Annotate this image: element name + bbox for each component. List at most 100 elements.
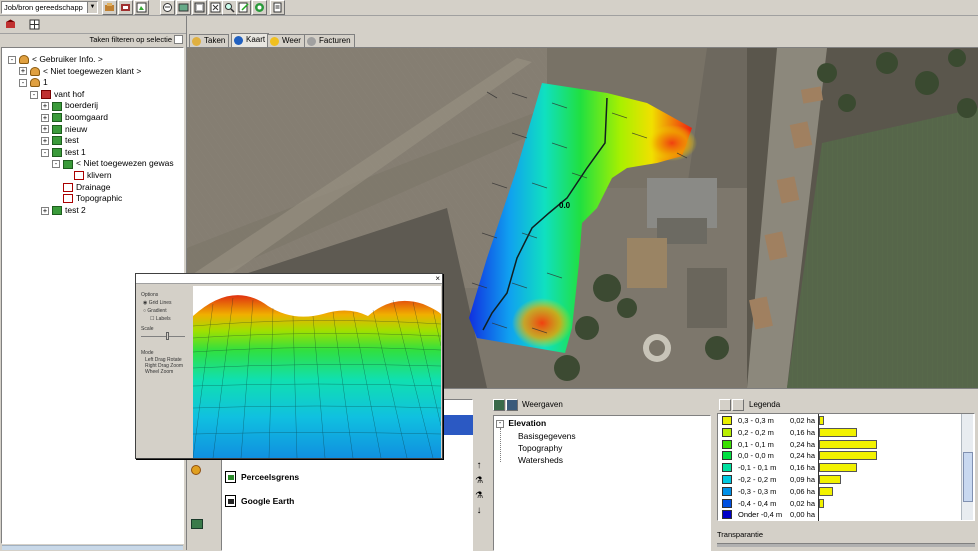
view-icon-1[interactable] — [493, 399, 505, 411]
left-panel-toolbar — [0, 16, 186, 32]
legend-histogram-bar — [819, 486, 834, 496]
view-icon-2[interactable] — [506, 399, 518, 411]
expand-icon[interactable]: + — [19, 67, 27, 76]
tree-item[interactable]: + test 2 — [41, 204, 86, 216]
tree-item[interactable]: - < Gebruiker Info. > — [8, 53, 103, 65]
legend-icon-2[interactable] — [732, 399, 744, 411]
legend-area: 0,24 ha — [790, 439, 816, 449]
tree-item-label: boerderij — [65, 100, 99, 111]
collapse-icon[interactable]: - — [30, 90, 38, 99]
close-icon[interactable]: × — [435, 274, 440, 283]
tab-kaart[interactable]: Kaart — [231, 33, 270, 47]
field-icon — [52, 148, 62, 158]
tree-item[interactable]: + < Niet toegewezen klant > — [19, 65, 141, 77]
radio-grid-lines[interactable]: ◉ Grid Lines — [143, 300, 172, 306]
collapse-icon[interactable]: - — [41, 148, 49, 157]
farm-icon[interactable] — [3, 17, 18, 32]
elevation-root[interactable]: - Elevation — [496, 418, 546, 428]
job-dropdown[interactable]: Job/bron gereedschapp ▼ — [1, 1, 98, 14]
tree-item-label: nieuw — [65, 123, 88, 134]
tree-item[interactable]: Topographic — [52, 192, 122, 204]
tree-item[interactable]: + nieuw — [41, 123, 87, 135]
expand-icon[interactable]: + — [41, 125, 49, 134]
collapse-icon[interactable]: - — [19, 78, 27, 87]
view-watersheds[interactable]: Watersheds — [518, 455, 563, 465]
tree-item[interactable]: + boomgaard — [41, 111, 108, 123]
top-toolbar: Job/bron gereedschapp ▼ — [0, 0, 978, 16]
tree-item-label: boomgaard — [65, 112, 109, 122]
expand-icon[interactable]: + — [41, 206, 49, 215]
filter-label: Taken filteren op selectie — [89, 35, 172, 44]
edit-icon[interactable] — [236, 0, 251, 15]
field-icon — [52, 206, 62, 216]
radio-label: Gradient — [147, 308, 167, 314]
view-label: Topography — [518, 443, 563, 453]
tree-guide — [500, 428, 501, 462]
checkbox-labels[interactable]: ☐ Labels — [150, 316, 171, 322]
tab-taken[interactable]: Taken — [189, 34, 230, 47]
tool-icon-4[interactable] — [160, 0, 175, 15]
transparency-label: Transparantie — [717, 530, 763, 539]
flask-icon[interactable]: ⚗ — [473, 475, 485, 487]
tree-item[interactable]: + boerderij — [41, 99, 98, 111]
check-icon — [74, 171, 84, 181]
legend-icon-1[interactable] — [719, 399, 731, 411]
tree-item[interactable]: - < Niet toegewezen gewas — [52, 157, 174, 169]
collapse-icon[interactable]: - — [8, 55, 16, 64]
view-topography[interactable]: Topography — [518, 443, 562, 453]
legend-row: -0,1 - 0,1 m 0,16 ha — [718, 462, 958, 473]
tree-item[interactable]: klivern — [63, 169, 112, 181]
document-icon[interactable] — [270, 0, 285, 15]
layer-row-google-earth[interactable]: Google Earth — [225, 495, 465, 509]
arrow-up-icon[interactable]: ↑ — [473, 460, 485, 472]
tab-weer[interactable]: Weer — [267, 34, 305, 47]
sun-icon[interactable] — [191, 465, 201, 475]
legend-area: 0,02 ha — [790, 498, 816, 508]
flask-icon-2[interactable]: ⚗ — [473, 490, 485, 502]
legend-scrollbar[interactable] — [961, 414, 973, 520]
tree-item[interactable]: - test 1 — [41, 146, 86, 158]
tree-item[interactable]: + test — [41, 134, 79, 146]
tab-label: Weer — [282, 36, 301, 45]
expand-icon[interactable]: + — [41, 102, 49, 111]
tool-icon-3[interactable] — [134, 0, 149, 15]
tree-item-label: < Gebruiker Info. > — [32, 54, 103, 64]
tree-item[interactable]: - vant hof — [30, 88, 84, 100]
tree-item[interactable]: -1 — [19, 76, 48, 88]
legend-histogram-bar — [819, 475, 841, 484]
search-icon[interactable] — [222, 0, 237, 15]
3d-view-window[interactable]: × Options ◉ Grid Lines ○ Gradient ☐ Labe… — [135, 273, 443, 459]
tool-icon-7[interactable] — [208, 0, 223, 15]
transparency-slider[interactable] — [717, 543, 975, 547]
3d-window-titlebar[interactable]: × — [136, 274, 442, 284]
expand-icon[interactable]: + — [41, 136, 49, 145]
chevron-down-icon[interactable]: ▼ — [87, 2, 97, 13]
radio-gradient[interactable]: ○ Gradient — [143, 308, 167, 314]
legend-histogram-bar — [819, 439, 877, 449]
layer-row-perceelsgrens[interactable]: Perceelsgrens — [225, 471, 465, 485]
legend-area: 0,16 ha — [790, 463, 816, 473]
arrow-down-icon[interactable]: ↓ — [473, 505, 485, 517]
weergaven-panel: ↑ ⚗ ⚗ ↓ Weergaven - Elevation Basisgegev… — [475, 389, 713, 551]
tool-icon-5[interactable] — [176, 0, 191, 15]
tab-facturen[interactable]: Facturen — [304, 34, 355, 47]
refresh-icon[interactable] — [252, 0, 267, 15]
left-scrollbar[interactable] — [2, 545, 183, 550]
tool-icon-1[interactable] — [102, 0, 117, 15]
expand-icon[interactable]: + — [41, 113, 49, 122]
map-layer-small-icon[interactable] — [191, 519, 203, 529]
filter-checkbox[interactable] — [174, 35, 183, 44]
legend-area: 0,09 ha — [790, 475, 816, 484]
tool-icon-6[interactable] — [192, 0, 207, 15]
collapse-icon[interactable]: - — [52, 160, 60, 169]
legend-header: Legenda — [749, 400, 781, 409]
tool-icon-2[interactable] — [118, 0, 133, 15]
radio-label: Grid Lines — [148, 300, 172, 306]
legend-row: -0,2 - 0,2 m 0,09 ha — [718, 474, 958, 485]
3d-terrain-view[interactable] — [193, 286, 441, 458]
view-basisgegevens[interactable]: Basisgegevens — [518, 431, 576, 441]
scale-slider-thumb[interactable] — [166, 332, 169, 340]
tree-item[interactable]: Drainage — [52, 181, 111, 193]
scale-slider[interactable] — [141, 336, 185, 337]
grid-icon[interactable] — [27, 17, 42, 32]
